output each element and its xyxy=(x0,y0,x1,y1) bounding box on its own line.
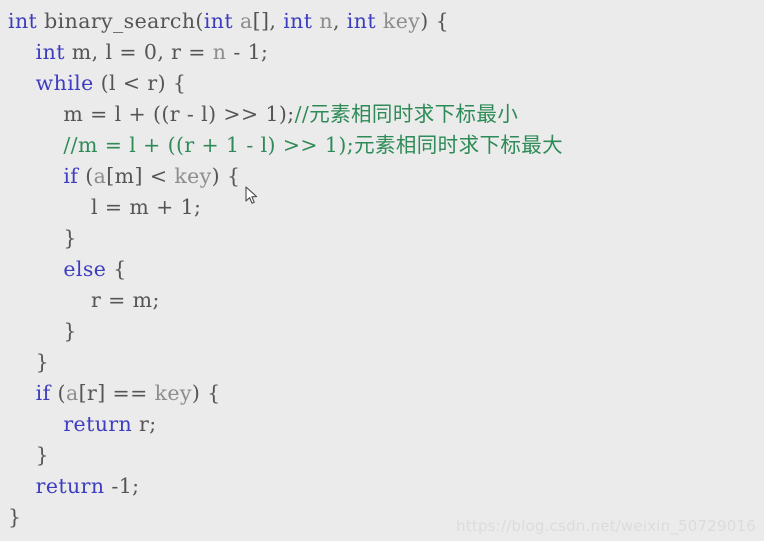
code-token: ( xyxy=(93,71,109,95)
code-line: l = m + 1; xyxy=(8,192,764,223)
code-token: a xyxy=(65,381,79,405)
code-token: key xyxy=(382,9,421,33)
code-token: -1; xyxy=(104,474,140,498)
code-token: r xyxy=(86,381,98,405)
code-token: int xyxy=(203,9,234,33)
code-token: m = l + ((r - l) >> 1); xyxy=(63,102,295,126)
code-token: key xyxy=(154,381,192,405)
code-token: } xyxy=(8,226,77,250)
code-line: if (a[r] == key) { xyxy=(8,378,764,409)
watermark-url: https://blog.csdn.net/weixin_50729016 xyxy=(456,517,756,535)
code-token: a xyxy=(93,164,107,188)
code-token: ) { xyxy=(191,381,221,405)
code-token: l = m + 1; xyxy=(91,195,202,219)
code-token: ; xyxy=(261,40,269,64)
code-line: if (a[m] < key) { xyxy=(8,161,764,192)
code-token: int xyxy=(8,9,38,33)
code-snippet-surface: int binary_search(int a[], int n, int ke… xyxy=(0,0,764,541)
code-token: n xyxy=(212,40,227,64)
code-line: else { xyxy=(8,254,764,285)
code-token: r xyxy=(171,40,182,64)
code-token: if xyxy=(63,164,79,188)
code-token: 0 xyxy=(143,40,158,64)
code-token: r; xyxy=(132,412,157,436)
code-token: 1 xyxy=(247,40,262,64)
code-token: int xyxy=(35,40,65,64)
code-token: = xyxy=(112,40,144,64)
code-token: } xyxy=(8,350,50,374)
code-line: int m, l = 0, r = n - 1; xyxy=(8,37,764,68)
code-token: return xyxy=(63,412,133,436)
code-token: = xyxy=(181,40,213,64)
code-token: , xyxy=(332,9,347,33)
code-token: ] == xyxy=(97,381,155,405)
code-token: r = m; xyxy=(91,288,160,312)
code-token: } xyxy=(8,319,77,343)
code-token: binary_search xyxy=(44,9,196,33)
code-token: [ xyxy=(106,164,115,188)
code-line: m = l + ((r - l) >> 1);//元素相同时求下标最小 xyxy=(8,99,764,130)
code-token: else xyxy=(63,257,107,281)
code-line: int binary_search(int a[], int n, int ke… xyxy=(8,6,764,37)
code-token: if xyxy=(35,381,51,405)
code-token: key xyxy=(174,164,212,188)
code-token: ) { xyxy=(420,9,450,33)
code-token: [], xyxy=(252,9,284,33)
code-line: while (l < r) { xyxy=(8,68,764,99)
code-line: r = m; xyxy=(8,285,764,316)
code-line: } xyxy=(8,347,764,378)
code-token: m xyxy=(71,40,92,64)
code-token: { xyxy=(106,257,127,281)
code-line: } xyxy=(8,316,764,347)
code-token: , xyxy=(157,40,172,64)
code-token: int xyxy=(283,9,313,33)
code-token: } xyxy=(8,505,22,529)
code-token: - xyxy=(226,40,248,64)
code-token: ) { xyxy=(211,164,241,188)
code-token: n xyxy=(319,9,333,33)
code-line: } xyxy=(8,440,764,471)
code-token: r xyxy=(147,71,158,95)
code-token: m xyxy=(114,164,135,188)
code-token: //元素相同时求下标最小 xyxy=(294,102,519,126)
code-token: while xyxy=(35,71,94,95)
code-token: a xyxy=(239,9,253,33)
code-token: ] < xyxy=(134,164,175,188)
code-token: < xyxy=(115,71,148,95)
code-token: int xyxy=(346,9,376,33)
code-token: ( xyxy=(195,9,204,33)
code-line: return -1; xyxy=(8,471,764,502)
code-token: } xyxy=(8,443,50,467)
code-token: return xyxy=(35,474,105,498)
code-token: l xyxy=(109,71,116,95)
code-line: return r; xyxy=(8,409,764,440)
code-listing: int binary_search(int a[], int n, int ke… xyxy=(8,6,764,533)
code-token: [ xyxy=(78,381,87,405)
code-token: , xyxy=(91,40,106,64)
code-token: //m = l + ((r + 1 - l) >> 1);元素相同时求下标最大 xyxy=(63,133,564,157)
code-token: ) { xyxy=(157,71,187,95)
code-line: } xyxy=(8,223,764,254)
code-token: ( xyxy=(78,164,94,188)
code-line: //m = l + ((r + 1 - l) >> 1);元素相同时求下标最大 xyxy=(8,130,764,161)
code-token: ( xyxy=(50,381,66,405)
